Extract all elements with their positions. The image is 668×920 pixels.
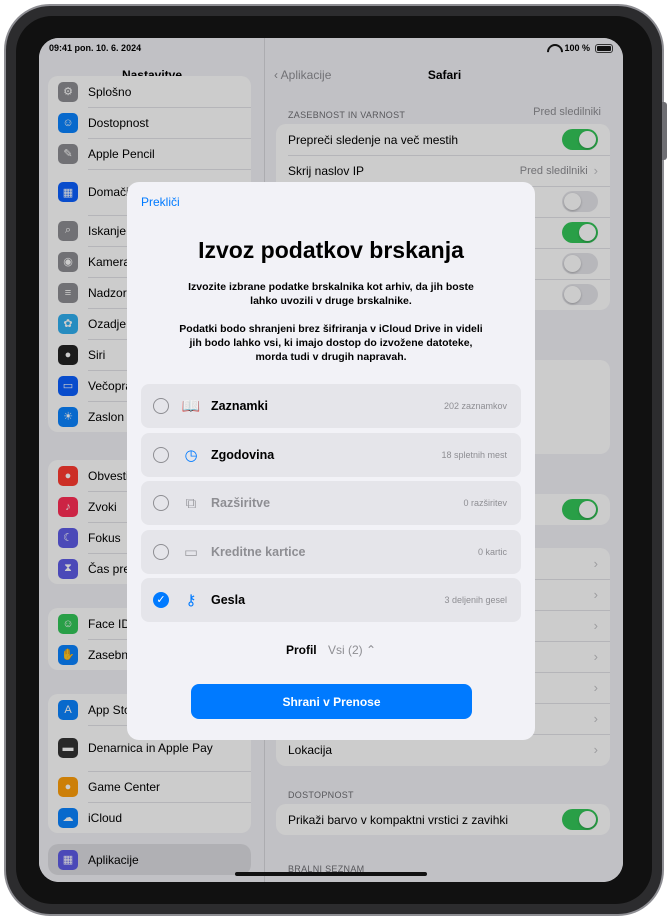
export-option-count: 18 spletnih mest <box>441 449 507 460</box>
volume-button <box>662 102 667 160</box>
cancel-button[interactable]: Prekliči <box>141 195 180 209</box>
status-time: 09:41 <box>49 43 73 53</box>
export-option-label: Kreditne kartice <box>211 544 306 559</box>
clock-icon: ◷ <box>184 446 198 464</box>
export-option-label: Zgodovina <box>211 447 275 462</box>
battery-percent: 100 % <box>564 43 590 53</box>
battery-icon <box>595 43 613 53</box>
export-option[interactable]: ◷ Zgodovina 18 spletnih mest <box>141 432 521 477</box>
export-option-count: 202 zaznamkov <box>443 401 507 411</box>
status-bar: 09:41 pon. 10. 6. 2024 100 % <box>39 38 623 60</box>
export-option-label: Razširitve <box>211 496 271 510</box>
export-option-count: 0 kartic <box>477 546 507 557</box>
key-icon: ⚷ <box>185 592 197 609</box>
book-icon: 📖 <box>181 398 201 415</box>
status-right: 100 % <box>547 43 613 53</box>
export-dialog: Prekliči Izvoz podatkov brskanja Izvozit… <box>127 182 535 740</box>
screen: 09:41 pon. 10. 6. 2024 100 % Nastavitve … <box>39 38 623 882</box>
export-option[interactable]: 📖 Zaznamki 202 zaznamkov <box>141 384 521 428</box>
puzzle-icon: ⧉ <box>185 494 197 512</box>
dialog-title: Izvoz podatkov brskanja <box>198 237 464 263</box>
profile-label: Profil <box>285 643 317 657</box>
status-time-date: 09:41 pon. 10. 6. 2024 <box>49 43 141 53</box>
export-option[interactable]: ▭ Kreditne kartice 0 kartic <box>141 529 521 574</box>
profile-selector[interactable]: Profil Vsi (2) ⌃ <box>127 643 535 657</box>
checkmark-icon[interactable]: ✓ <box>153 592 169 608</box>
radio-button[interactable] <box>153 398 169 414</box>
export-option-label: Zaznamki <box>211 399 268 413</box>
export-option-label: Gesla <box>211 593 246 607</box>
credit-card-icon: ▭ <box>183 543 199 561</box>
dialog-warning: Podatki bodo shranjeni brez šifriranja v… <box>179 323 483 363</box>
profile-value: Vsi (2) ⌃ <box>327 643 377 657</box>
export-option[interactable]: ⧉ Razširitve 0 razširitev <box>141 481 521 525</box>
export-option-count: 3 deljenih gesel <box>444 595 507 605</box>
home-indicator <box>235 872 427 876</box>
export-option[interactable]: ✓ ⚷ Gesla 3 deljenih gesel <box>141 578 521 622</box>
wifi-icon <box>547 44 559 53</box>
status-date: pon. 10. 6. 2024 <box>74 43 142 53</box>
dialog-description: Izvozite izbrane podatke brskalnika kot … <box>188 281 474 307</box>
save-to-downloads-button[interactable]: Shrani v Prenose <box>191 684 472 719</box>
radio-button[interactable] <box>153 543 169 560</box>
radio-button[interactable] <box>153 446 169 463</box>
export-option-count: 0 razširitev <box>463 498 507 508</box>
radio-button[interactable] <box>153 495 169 511</box>
